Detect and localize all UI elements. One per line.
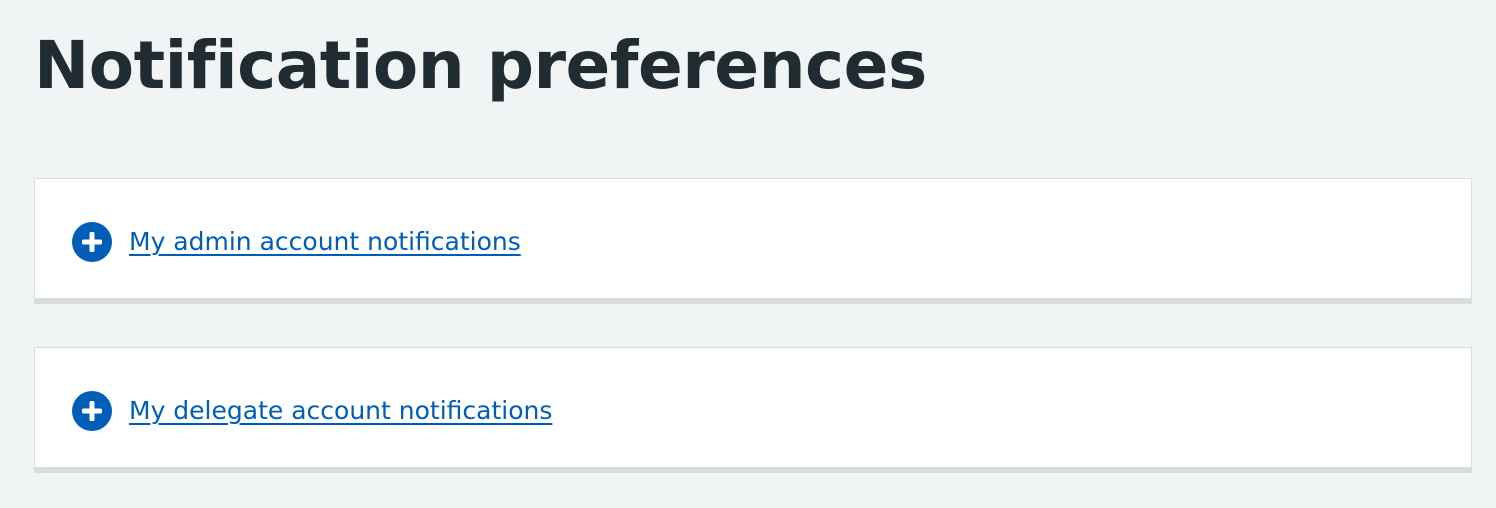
delegate-notifications-section: My delegate account notifications: [34, 347, 1472, 473]
delegate-notifications-toggle[interactable]: My delegate account notifications: [72, 391, 552, 431]
plus-circle-icon[interactable]: [72, 222, 112, 262]
delegate-notifications-link[interactable]: My delegate account notifications: [129, 394, 552, 428]
admin-notifications-section: My admin account notifications: [34, 178, 1472, 304]
admin-notifications-toggle[interactable]: My admin account notifications: [72, 222, 521, 262]
page-title: Notification preferences: [34, 27, 927, 104]
admin-notifications-link[interactable]: My admin account notifications: [129, 225, 521, 259]
plus-circle-icon[interactable]: [72, 391, 112, 431]
